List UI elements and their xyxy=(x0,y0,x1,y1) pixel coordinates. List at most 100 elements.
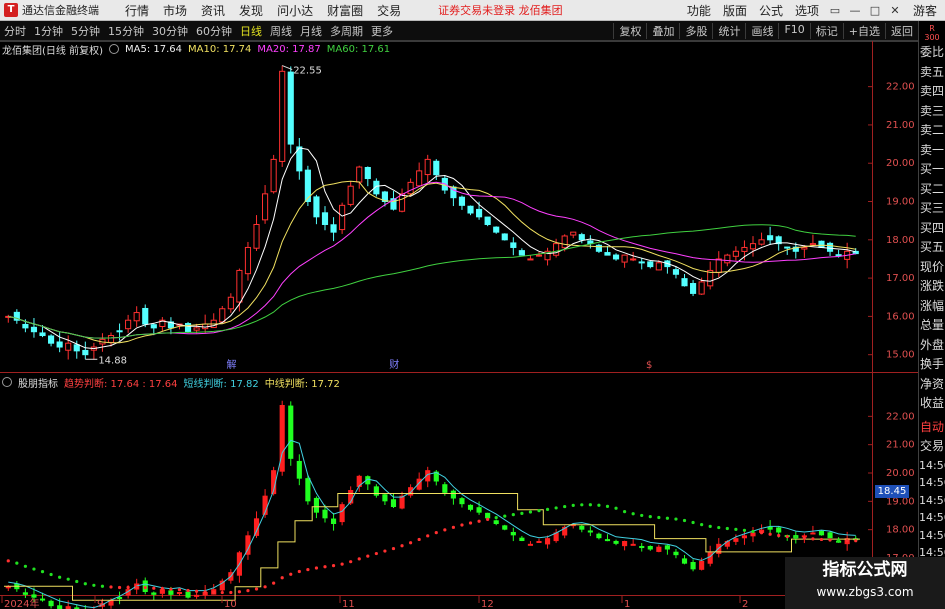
trend-dot xyxy=(117,585,122,590)
trend-dot xyxy=(220,590,224,595)
indicator-bar xyxy=(288,405,294,459)
indicator-bar xyxy=(827,532,833,539)
candle-body xyxy=(236,269,243,303)
candle-body xyxy=(184,323,192,333)
trend-dot xyxy=(195,589,199,593)
indicator-bar xyxy=(519,537,525,541)
kline-chart[interactable]: 15.00 16.00 17.00 18.00 19.00 20.00 21.00 22.00… xyxy=(0,0,918,609)
trend-dot xyxy=(588,503,592,507)
indicator-bar xyxy=(330,518,337,524)
sidebar-item: 外盘 xyxy=(920,337,945,352)
price-tick-label: 21.00 xyxy=(886,120,915,131)
trend-dot xyxy=(443,528,447,532)
indicator-bar xyxy=(622,541,628,547)
candle-body xyxy=(630,258,637,261)
date-label: 2024年 xyxy=(4,597,39,609)
trend-value: 趋势判断: 17.64 : 17.64 xyxy=(64,378,178,390)
indicator-bar xyxy=(48,600,54,607)
trend-dot xyxy=(314,566,319,570)
indicator-bar xyxy=(459,498,465,505)
indicator-bar xyxy=(699,560,705,570)
indicator-bar xyxy=(707,552,713,564)
trend-dot xyxy=(58,575,62,579)
trend-dot xyxy=(66,577,70,581)
trend-dot xyxy=(837,538,841,542)
candle-body xyxy=(690,283,697,294)
candle-body xyxy=(638,261,645,264)
trend-dot xyxy=(477,519,481,523)
candle-body xyxy=(835,254,842,257)
event-marker: $ xyxy=(646,360,652,371)
date-label: 10 xyxy=(224,599,237,609)
candle-body xyxy=(467,205,474,214)
sidebar-item: 净资 xyxy=(920,376,945,391)
trend-dot xyxy=(682,518,687,523)
trend-dot xyxy=(280,576,284,580)
event-marker: 解 xyxy=(227,358,237,371)
trend-dot xyxy=(854,539,858,543)
sidebar-time: 14:56 xyxy=(919,511,945,524)
candle-body xyxy=(313,196,320,218)
trend-dot xyxy=(451,525,455,529)
candle-body xyxy=(339,204,346,231)
trend-dot xyxy=(32,567,36,571)
trend-dot xyxy=(297,569,301,574)
short-value: 短线判断: 17.82 xyxy=(183,378,259,390)
trend-dot xyxy=(289,572,293,576)
candle-body xyxy=(647,261,654,268)
candle-body xyxy=(30,326,38,333)
trend-dot xyxy=(605,504,610,508)
trend-dot xyxy=(631,512,635,516)
indicator-bar xyxy=(22,592,28,595)
mid-line xyxy=(4,493,860,601)
sidebar-item: 涨跌 xyxy=(920,279,945,293)
sidebar-item: 委比 xyxy=(920,45,945,59)
trend-dot xyxy=(777,533,781,538)
candle-body xyxy=(279,70,286,162)
sidebar-item: 买四 xyxy=(920,220,945,235)
trend-dot xyxy=(511,513,515,517)
indicator-bar xyxy=(656,546,662,552)
trend-dot xyxy=(263,585,267,589)
date-label: 9 xyxy=(97,599,103,609)
sidebar-item: 买一 xyxy=(920,162,945,176)
sidebar-trade[interactable]: 交易 xyxy=(919,437,945,457)
trend-dot xyxy=(845,538,849,543)
trend-dot xyxy=(768,532,772,536)
trend-dot xyxy=(503,514,507,518)
trend-dot xyxy=(520,511,524,515)
sidebar-time: 14:56 xyxy=(919,528,945,542)
trend-dot xyxy=(537,509,541,513)
trend-dot xyxy=(708,524,712,528)
trend-dot xyxy=(246,588,250,593)
indicator-bar xyxy=(750,532,756,537)
date-label: 12 xyxy=(481,599,494,609)
eye-icon[interactable] xyxy=(108,44,119,54)
trend-dot xyxy=(160,586,164,591)
trend-dot xyxy=(623,510,627,514)
sidebar-auto[interactable]: 自动 xyxy=(919,418,945,438)
indicator-bar xyxy=(57,605,63,609)
candle-body xyxy=(125,319,132,330)
trend-dot xyxy=(828,538,832,542)
trend-dot xyxy=(75,579,79,584)
eye-icon[interactable] xyxy=(2,377,12,387)
trend-dot xyxy=(15,561,19,565)
indicator-bar xyxy=(664,545,670,550)
indicator-bar xyxy=(485,512,491,519)
candle-body xyxy=(458,196,466,206)
short-line xyxy=(8,439,856,609)
candle-body xyxy=(253,223,260,249)
indicator-bar xyxy=(296,460,302,479)
candle-body xyxy=(604,252,611,256)
candle-body xyxy=(244,246,252,275)
candle-body xyxy=(193,327,200,331)
candle-body xyxy=(330,224,337,233)
price-tick-label: 20.00 xyxy=(886,158,915,169)
trend-dot xyxy=(400,544,404,548)
price-tick-label: 17.00 xyxy=(886,273,915,284)
trend-dot xyxy=(237,590,241,594)
trend-dot xyxy=(734,527,738,531)
candle-body xyxy=(758,239,765,245)
candle-body xyxy=(398,193,406,212)
